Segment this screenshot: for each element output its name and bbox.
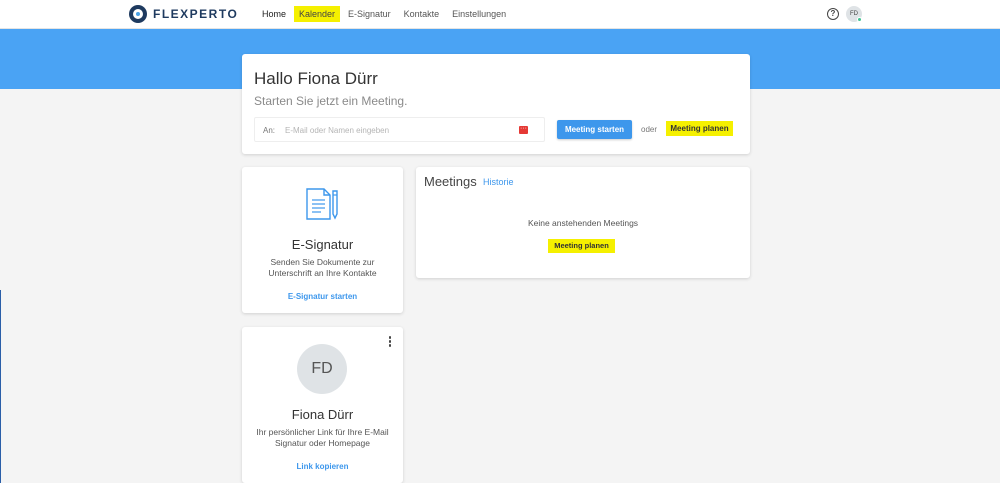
- history-link[interactable]: Historie: [483, 177, 514, 187]
- greeting-subtitle: Starten Sie jetzt ein Meeting.: [254, 94, 408, 108]
- flexperto-logo-icon: [129, 4, 147, 23]
- greeting-card: Hallo Fiona Dürr Starten Sie jetzt ein M…: [242, 54, 750, 154]
- esignature-description: Senden Sie Dokumente zur Unterschrift an…: [268, 257, 377, 278]
- start-esignature-link[interactable]: E-Signatur starten: [242, 292, 403, 301]
- profile-avatar: FD: [297, 344, 347, 394]
- esignature-card: E-Signatur Senden Sie Dokumente zur Unte…: [242, 167, 403, 313]
- logo-text: FLEXPERTO: [153, 6, 239, 21]
- nav-item-kalender[interactable]: Kalender: [294, 6, 341, 22]
- profile-description: Ihr persönlicher Link für Ihre E-Mail Si…: [256, 427, 389, 448]
- plan-meeting-button-secondary[interactable]: Meeting planen: [548, 239, 615, 253]
- start-meeting-button[interactable]: Meeting starten: [557, 120, 632, 139]
- nav-item-home[interactable]: Home: [257, 6, 291, 22]
- profile-card: FD Fiona Dürr Ihr persönlicher Link für …: [242, 327, 403, 483]
- main-nav: Home Kalender E-Signatur Kontakte Einste…: [257, 5, 514, 23]
- online-status-dot: [857, 17, 862, 22]
- meetings-title: Meetings: [424, 174, 477, 189]
- recipient-field[interactable]: An: ···: [254, 117, 545, 142]
- top-navigation-bar: FLEXPERTO Home Kalender E-Signatur Konta…: [0, 0, 1000, 29]
- nav-item-kontakte[interactable]: Kontakte: [399, 6, 445, 22]
- profile-name: Fiona Dürr: [291, 407, 354, 422]
- or-text: oder: [641, 125, 658, 134]
- meetings-card: Meetings Historie Keine anstehenden Meet…: [416, 167, 750, 278]
- flexperto-logo[interactable]: FLEXPERTO: [129, 3, 238, 24]
- esignature-title: E-Signatur: [291, 237, 354, 252]
- recipient-label: An:: [263, 126, 276, 135]
- nav-item-einstellungen[interactable]: Einstellungen: [447, 6, 511, 22]
- kebab-menu-icon[interactable]: [387, 336, 393, 348]
- nav-item-e-signatur[interactable]: E-Signatur: [343, 6, 396, 22]
- document-pen-icon: [306, 188, 338, 220]
- more-options-icon[interactable]: ···: [519, 125, 528, 134]
- plan-meeting-button[interactable]: Meeting planen: [666, 121, 733, 136]
- no-meetings-text: Keine anstehenden Meetings: [527, 218, 639, 228]
- copy-link-button[interactable]: Link kopieren: [242, 462, 403, 471]
- window-edge-line: [0, 290, 1, 483]
- help-icon[interactable]: ?: [827, 8, 839, 20]
- recipient-input[interactable]: [285, 123, 515, 137]
- greeting-title: Hallo Fiona Dürr: [254, 69, 378, 88]
